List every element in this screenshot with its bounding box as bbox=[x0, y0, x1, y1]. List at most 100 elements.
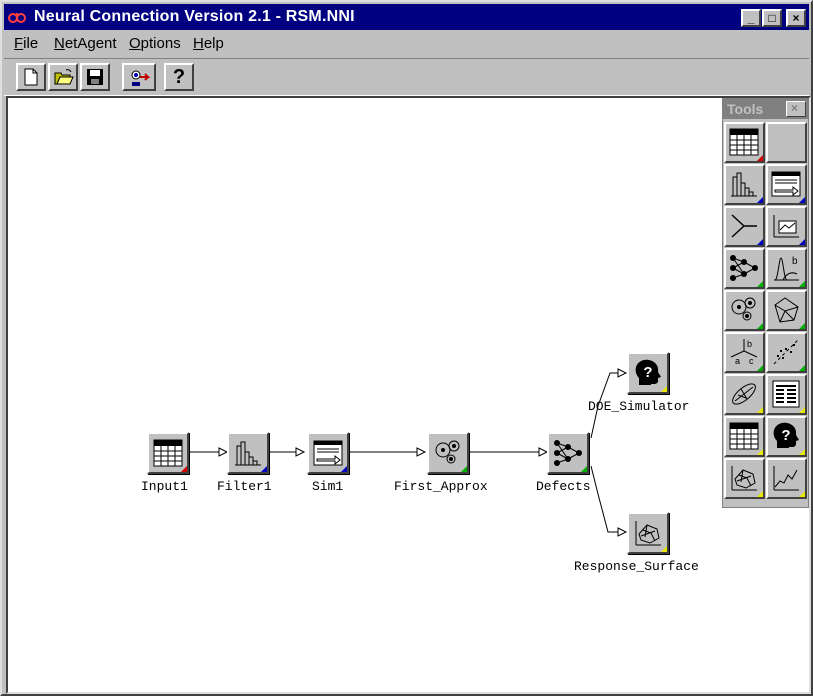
head-question-icon: ? bbox=[635, 359, 661, 385]
tool-corner-marker bbox=[757, 323, 763, 329]
minimize-icon: _ bbox=[747, 11, 755, 25]
histogram-icon bbox=[731, 172, 757, 197]
minimize-button[interactable]: _ bbox=[741, 9, 761, 27]
menu-netagent[interactable]: NetAgent bbox=[54, 35, 117, 52]
tool-merge[interactable] bbox=[724, 206, 765, 247]
tool-corner-marker bbox=[757, 239, 763, 245]
text-report-icon bbox=[772, 380, 800, 408]
node-label-input1: Input1 bbox=[141, 479, 188, 494]
new-button[interactable] bbox=[16, 63, 46, 91]
tool-corner-marker bbox=[757, 197, 763, 203]
tool-corner-marker bbox=[757, 449, 763, 455]
tools-palette-title-bar[interactable]: Tools × bbox=[723, 99, 808, 119]
menu-netagent-accel: N bbox=[54, 35, 65, 52]
tool-simulator[interactable] bbox=[766, 164, 807, 205]
window-title: Neural Connection Version 2.1 - RSM.NNI bbox=[34, 8, 355, 25]
close-button[interactable]: × bbox=[786, 9, 806, 27]
menu-netagent-label: etAgent bbox=[64, 35, 117, 52]
tool-bayes[interactable]: b bbox=[766, 248, 807, 289]
tool-mlp[interactable] bbox=[724, 248, 765, 289]
tool-what-if[interactable]: ? bbox=[766, 416, 807, 457]
open-button[interactable] bbox=[48, 63, 78, 91]
node-defects[interactable] bbox=[547, 432, 589, 474]
menu-file[interactable]: File bbox=[14, 35, 38, 52]
menu-file-label: ile bbox=[23, 35, 39, 52]
tools-palette: Tools × b b a c ? bbox=[722, 98, 809, 508]
menu-help-label: elp bbox=[203, 35, 224, 52]
tool-ellipse[interactable] bbox=[724, 374, 765, 415]
tool-blank[interactable] bbox=[766, 122, 807, 163]
node-response-surface[interactable] bbox=[627, 512, 669, 554]
tools-palette-close-button[interactable]: × bbox=[786, 101, 806, 117]
node-first-approx[interactable] bbox=[427, 432, 469, 474]
menu-bar: File NetAgent Options Help bbox=[4, 32, 809, 56]
node-filter1[interactable] bbox=[227, 432, 269, 474]
node-corner-marker bbox=[461, 466, 467, 472]
menu-help-accel: H bbox=[193, 35, 204, 52]
help-button[interactable]: ? bbox=[164, 63, 194, 91]
tool-corner-marker bbox=[757, 365, 763, 371]
tool-text-report[interactable] bbox=[766, 374, 807, 415]
tool-corner-marker bbox=[799, 365, 805, 371]
menu-help[interactable]: Help bbox=[193, 35, 224, 52]
simulator-icon bbox=[313, 440, 343, 466]
tool-filter[interactable] bbox=[724, 164, 765, 205]
tool-data-input[interactable] bbox=[724, 122, 765, 163]
tool-line-graph[interactable] bbox=[766, 458, 807, 499]
tree-label-b: b bbox=[747, 339, 752, 349]
node-label-defects: Defects bbox=[536, 479, 591, 494]
app-icon[interactable] bbox=[8, 9, 26, 25]
title-bar[interactable]: Neural Connection Version 2.1 - RSM.NNI … bbox=[4, 4, 809, 30]
tool-corner-marker bbox=[799, 281, 805, 287]
svg-text:?: ? bbox=[643, 364, 652, 381]
histogram-icon bbox=[235, 441, 261, 466]
tool-response-surface[interactable] bbox=[724, 458, 765, 499]
tool-rbf[interactable] bbox=[724, 290, 765, 331]
node-sim1[interactable] bbox=[307, 432, 349, 474]
close-icon: × bbox=[792, 11, 800, 25]
menu-options[interactable]: Options bbox=[129, 35, 181, 52]
netagent-icon bbox=[131, 70, 151, 86]
node-label-filter1: Filter1 bbox=[217, 479, 272, 494]
tools-palette-title: Tools bbox=[727, 101, 764, 117]
node-doe-simulator[interactable]: ? bbox=[627, 352, 669, 394]
data-table-icon bbox=[153, 439, 183, 467]
ellipse-icon bbox=[732, 383, 756, 405]
node-corner-marker bbox=[261, 466, 267, 472]
toolbar: ? bbox=[4, 58, 809, 96]
tool-corner-marker bbox=[757, 407, 763, 413]
simulator-icon bbox=[771, 171, 801, 197]
tool-corner-marker bbox=[799, 491, 805, 497]
node-corner-marker bbox=[341, 466, 347, 472]
tree-abc-icon: ba c bbox=[730, 339, 758, 366]
plot-icon bbox=[773, 215, 799, 238]
app-window: Neural Connection Version 2.1 - RSM.NNI … bbox=[0, 0, 813, 696]
tool-plot[interactable] bbox=[766, 206, 807, 247]
menu-file-accel: F bbox=[14, 35, 24, 52]
line-graph-icon bbox=[773, 466, 799, 491]
open-icon bbox=[54, 69, 74, 85]
maximize-button[interactable]: □ bbox=[762, 9, 782, 27]
close-icon: × bbox=[791, 101, 799, 115]
tool-corner-marker bbox=[757, 155, 763, 161]
netagent-button[interactable] bbox=[122, 63, 156, 91]
response-surface-icon bbox=[731, 466, 757, 491]
tool-tree[interactable]: bac bbox=[724, 332, 765, 373]
tool-table-output[interactable] bbox=[724, 416, 765, 457]
diagram-canvas[interactable]: Input1 Filter1 Sim1 First_Approx Defects… bbox=[6, 96, 811, 694]
tool-corner-marker bbox=[799, 197, 805, 203]
svg-text:b: b bbox=[792, 256, 798, 267]
merge-icon bbox=[731, 214, 757, 238]
svg-text:?: ? bbox=[781, 427, 790, 444]
kohonen-icon bbox=[774, 297, 799, 323]
tool-corner-marker bbox=[799, 239, 805, 245]
tool-scatter[interactable] bbox=[766, 332, 807, 373]
save-button[interactable] bbox=[80, 63, 110, 91]
rbf-icon bbox=[731, 297, 756, 321]
tool-kohonen[interactable] bbox=[766, 290, 807, 331]
connection-lines bbox=[187, 368, 628, 537]
node-input1[interactable] bbox=[147, 432, 189, 474]
tree-label-c: c bbox=[749, 356, 754, 366]
tool-corner-marker bbox=[799, 449, 805, 455]
tool-corner-marker bbox=[799, 407, 805, 413]
